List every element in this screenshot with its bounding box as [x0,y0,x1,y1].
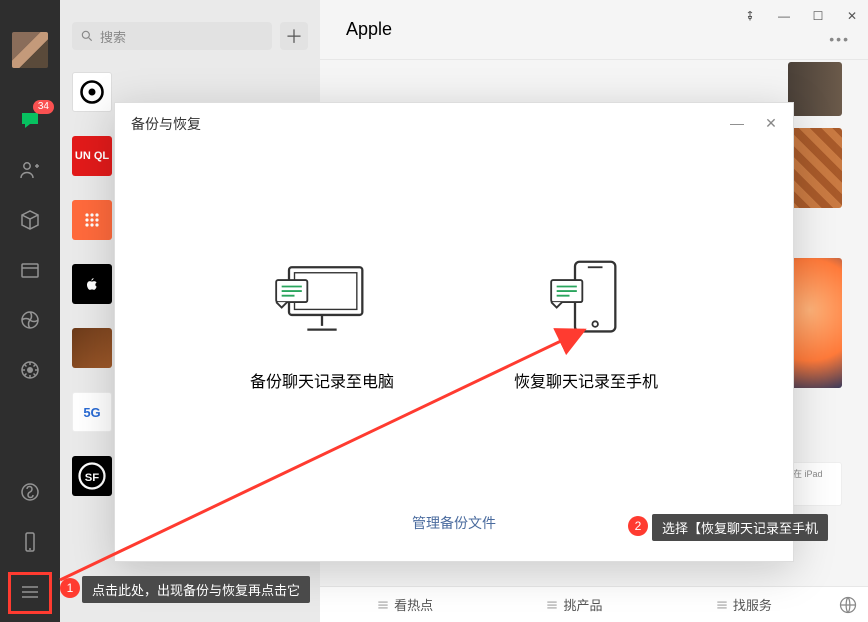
sf-icon: SF [77,461,107,491]
globe-icon [78,78,106,106]
thumbnail [788,258,842,388]
thumbnail: 在 iPad [788,462,842,506]
keyboard-icon[interactable] [828,595,868,615]
files-icon[interactable] [16,256,44,284]
svg-text:SF: SF [85,472,100,484]
annotation-text-1: 点击此处，出现备份与恢复再点击它 [82,576,310,603]
bottom-bar: 看热点 挑产品 找服务 [320,586,868,622]
pc-backup-icon [267,255,377,340]
page-title: Apple [346,19,392,40]
list-icon [376,598,390,612]
tab-services[interactable]: 找服务 [659,595,828,614]
annotation-step-2: 2 [628,516,648,536]
thumbnail [788,128,842,208]
thumbnail [788,62,842,116]
search-icon [80,29,94,43]
backup-restore-modal: 备份与恢复 — ✕ 备份聊天记录至电脑 [114,102,794,562]
sidebar: 34 [0,0,60,622]
modal-close-icon[interactable]: ✕ [759,111,783,135]
search-input[interactable]: 搜索 [72,22,272,50]
modal-minimize-icon[interactable]: — [725,111,749,135]
miniprogram-icon[interactable] [16,478,44,506]
phone-restore-icon [531,255,641,340]
add-button[interactable]: ＋ [280,22,308,50]
menu-icon[interactable] [16,578,44,606]
contacts-icon[interactable] [16,156,44,184]
browse-icon[interactable] [16,356,44,384]
title-bar: Apple — ☐ ✕ ••• [320,0,868,60]
backup-to-pc-option[interactable]: 备份聊天记录至电脑 [250,255,394,392]
maximize-icon[interactable]: ☐ [808,6,828,26]
moments-icon[interactable] [16,306,44,334]
pin-icon[interactable] [740,6,760,26]
manage-backup-link[interactable]: 管理备份文件 [412,515,496,531]
modal-title: 备份与恢复 [115,103,793,145]
chat-icon[interactable]: 34 [16,106,44,134]
annotation-step-1: 1 [60,578,80,598]
minimize-icon[interactable]: — [774,6,794,26]
phone-icon[interactable] [16,528,44,556]
search-placeholder: 搜索 [100,27,126,46]
list-icon [715,598,729,612]
more-icon[interactable]: ••• [829,31,850,47]
close-icon[interactable]: ✕ [842,6,862,26]
restore-label: 恢复聊天记录至手机 [514,368,658,392]
apple-icon [82,274,102,294]
list-icon [545,598,559,612]
collection-icon[interactable] [16,206,44,234]
tab-hot[interactable]: 看热点 [320,595,489,614]
dots-grid-icon [80,208,104,232]
backup-label: 备份聊天记录至电脑 [250,368,394,392]
annotation-text-2: 选择【恢复聊天记录至手机 [652,514,828,541]
restore-to-phone-option[interactable]: 恢复聊天记录至手机 [514,255,658,392]
tab-products[interactable]: 挑产品 [489,595,658,614]
badge: 34 [33,100,54,114]
avatar[interactable] [12,32,48,68]
